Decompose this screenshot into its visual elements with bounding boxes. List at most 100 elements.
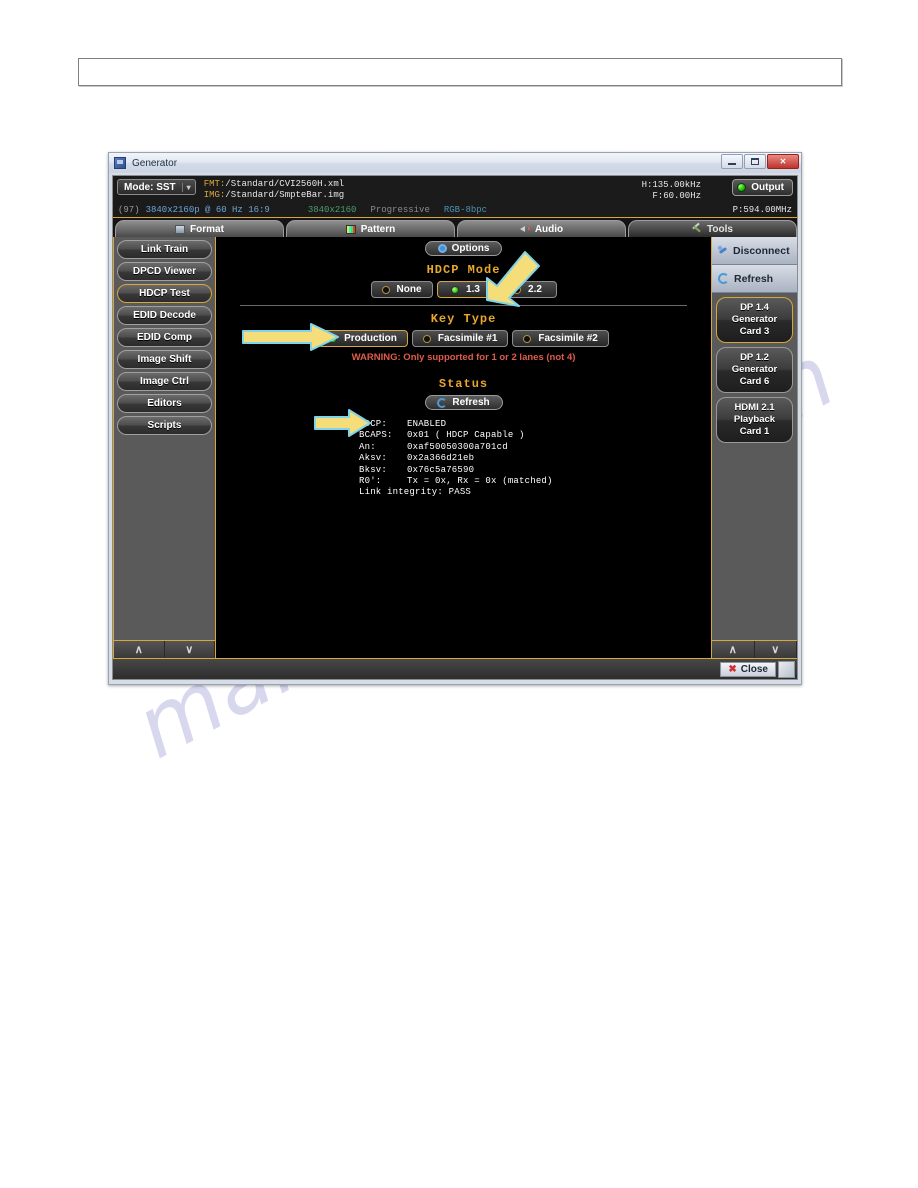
hdcp-mode-2-2[interactable]: 2.2 bbox=[498, 281, 557, 298]
hdcp-test-panel: Options HDCP Mode None 1.3 2.2 Key Type … bbox=[216, 237, 711, 658]
tab-pattern-label: Pattern bbox=[360, 223, 396, 235]
sidebar-item-image-ctrl[interactable]: Image Ctrl bbox=[117, 372, 212, 391]
scroll-down-icon[interactable]: ∨ bbox=[164, 641, 215, 658]
device-card-hdmi21-playback[interactable]: HDMI 2.1 Playback Card 1 bbox=[716, 397, 793, 443]
mode-dropdown-label: Mode: SST bbox=[124, 181, 176, 193]
window-title: Generator bbox=[132, 157, 178, 169]
hdcp-mode-2-2-label: 2.2 bbox=[528, 284, 542, 295]
sidebar-item-label: Scripts bbox=[147, 420, 182, 431]
key-type-production[interactable]: Production bbox=[318, 330, 408, 347]
sidebar-item-editors[interactable]: Editors bbox=[117, 394, 212, 413]
sidebar-item-label: Link Train bbox=[140, 244, 189, 255]
output-led-icon bbox=[737, 183, 747, 192]
scroll-up-icon[interactable]: ∧ bbox=[114, 641, 165, 658]
sidebar-item-label: EDID Comp bbox=[137, 332, 192, 343]
output-button-label: Output bbox=[751, 182, 784, 193]
hdcp-mode-title: HDCP Mode bbox=[426, 263, 501, 277]
format-active-pixels: 3840x2160 bbox=[307, 205, 357, 215]
device-card-list: DP 1.4 Generator Card 3 DP 1.2 Generator… bbox=[712, 293, 797, 640]
radio-selected-icon bbox=[451, 285, 460, 294]
sidebar-item-label: HDCP Test bbox=[139, 288, 190, 299]
sidebar-item-link-train[interactable]: Link Train bbox=[117, 240, 212, 259]
resize-grip[interactable] bbox=[778, 660, 795, 678]
tab-audio[interactable]: Audio bbox=[457, 220, 626, 237]
format-scan-type: Progressive bbox=[370, 205, 430, 215]
sidebar-item-image-shift[interactable]: Image Shift bbox=[117, 350, 212, 369]
maximize-icon[interactable] bbox=[744, 154, 766, 169]
device-card-dp14-generator[interactable]: DP 1.4 Generator Card 3 bbox=[716, 297, 793, 343]
status-row-value: ENABLED bbox=[407, 419, 447, 429]
hdcp-mode-none[interactable]: None bbox=[370, 281, 433, 298]
img-label: IMG: bbox=[203, 190, 226, 200]
colorbar-icon bbox=[345, 224, 356, 234]
hdcp-mode-radio-group: None 1.3 2.2 bbox=[216, 281, 711, 298]
tab-pattern[interactable]: Pattern bbox=[286, 220, 455, 237]
h-frequency: H:135.00kHz bbox=[641, 180, 701, 190]
scroll-up-icon[interactable]: ∧ bbox=[712, 641, 755, 658]
format-detail-row: (97) 3840x2160p @ 60 Hz 16:9 3840x2160 P… bbox=[118, 205, 792, 215]
tab-tools[interactable]: Tools bbox=[628, 220, 797, 237]
sidebar-item-dpcd-viewer[interactable]: DPCD Viewer bbox=[117, 262, 212, 281]
page-root: manualshive.com Generator ✕ Mode: SST ▾ bbox=[0, 0, 918, 1188]
close-icon[interactable]: ✕ bbox=[767, 154, 799, 169]
refresh-devices-label: Refresh bbox=[734, 272, 774, 285]
scroll-down-icon[interactable]: ∨ bbox=[754, 641, 797, 658]
refresh-icon bbox=[718, 273, 729, 284]
window-controls: ✕ bbox=[721, 154, 799, 169]
app-body: Link Train DPCD Viewer HDCP Test EDID De… bbox=[113, 237, 797, 658]
device-card-dp12-generator[interactable]: DP 1.2 Generator Card 6 bbox=[716, 347, 793, 393]
left-sidebar-list: Link Train DPCD Viewer HDCP Test EDID De… bbox=[114, 237, 215, 640]
key-type-facsimile-2-label: Facsimile #2 bbox=[538, 333, 598, 344]
img-value: /Standard/SmpteBar.img bbox=[225, 190, 345, 200]
fmt-value: /Standard/CVI2560H.xml bbox=[225, 179, 345, 189]
status-an-row: An: 0xaf50050300a701cd bbox=[359, 442, 711, 453]
right-sidebar: Disconnect Refresh DP 1.4 Generator Card… bbox=[711, 237, 797, 658]
status-refresh-button[interactable]: Refresh bbox=[424, 395, 503, 410]
pixel-clock: P:594.00MHz bbox=[732, 205, 792, 215]
status-bksv-row: Bksv: 0x76c5a76590 bbox=[359, 465, 711, 476]
tab-audio-label: Audio bbox=[534, 223, 564, 235]
minimize-icon[interactable] bbox=[721, 154, 743, 169]
close-button-label: Close bbox=[740, 663, 768, 675]
status-row-label: BCAPS: bbox=[359, 430, 393, 441]
key-type-facsimile-1[interactable]: Facsimile #1 bbox=[411, 330, 509, 347]
device-card-line1: DP 1.4 bbox=[740, 302, 769, 313]
key-type-facsimile-2[interactable]: Facsimile #2 bbox=[512, 330, 609, 347]
disconnect-button[interactable]: Disconnect bbox=[712, 237, 797, 265]
sidebar-item-edid-comp[interactable]: EDID Comp bbox=[117, 328, 212, 347]
app-inner-panel: Mode: SST ▾ FMT:/Standard/CVI2560H.xml I… bbox=[112, 175, 798, 680]
key-type-title: Key Type bbox=[430, 312, 497, 326]
options-button[interactable]: Options bbox=[424, 240, 503, 256]
hdcp-mode-1-3[interactable]: 1.3 bbox=[436, 281, 495, 298]
left-sidebar: Link Train DPCD Viewer HDCP Test EDID De… bbox=[113, 237, 216, 658]
disconnect-icon bbox=[718, 246, 728, 256]
sidebar-item-scripts[interactable]: Scripts bbox=[117, 416, 212, 435]
close-button[interactable]: ✖ Close bbox=[720, 661, 776, 677]
fmt-label: FMT: bbox=[203, 179, 226, 189]
left-sidebar-scroll-controls: ∧ ∨ bbox=[114, 640, 215, 658]
mode-dropdown[interactable]: Mode: SST ▾ bbox=[117, 179, 196, 195]
hdcp-mode-none-label: None bbox=[396, 284, 422, 295]
status-section: Status Refresh HDCP: ENABLED BCAPS: 0x01 (… bbox=[216, 371, 711, 499]
format-info-strip: Mode: SST ▾ FMT:/Standard/CVI2560H.xml I… bbox=[113, 176, 797, 218]
status-link-integrity-row: Link integrity: PASS bbox=[359, 487, 711, 498]
format-resolution: 3840x2160p @ 60 Hz 16:9 bbox=[145, 205, 270, 215]
tab-format[interactable]: Format bbox=[115, 220, 284, 237]
status-row-value: 0x76c5a76590 bbox=[407, 464, 475, 475]
device-card-line2: Playback bbox=[733, 414, 776, 425]
radio-selected-icon bbox=[329, 334, 338, 343]
disconnect-button-label: Disconnect bbox=[733, 244, 790, 257]
sidebar-item-hdcp-test[interactable]: HDCP Test bbox=[117, 284, 212, 303]
window-titlebar[interactable]: Generator ✕ bbox=[109, 153, 801, 173]
output-button[interactable]: Output bbox=[732, 179, 793, 196]
gear-icon bbox=[437, 243, 447, 253]
right-sidebar-scroll-controls: ∧ ∨ bbox=[712, 640, 797, 658]
status-title: Status bbox=[438, 377, 489, 391]
close-x-icon: ✖ bbox=[728, 663, 737, 675]
options-button-label: Options bbox=[451, 242, 490, 254]
status-row-label: Bksv: bbox=[359, 464, 388, 475]
refresh-devices-button[interactable]: Refresh bbox=[712, 265, 797, 293]
sidebar-item-label: Image Shift bbox=[137, 354, 192, 365]
sidebar-item-edid-decode[interactable]: EDID Decode bbox=[117, 306, 212, 325]
radio-icon bbox=[513, 285, 522, 294]
